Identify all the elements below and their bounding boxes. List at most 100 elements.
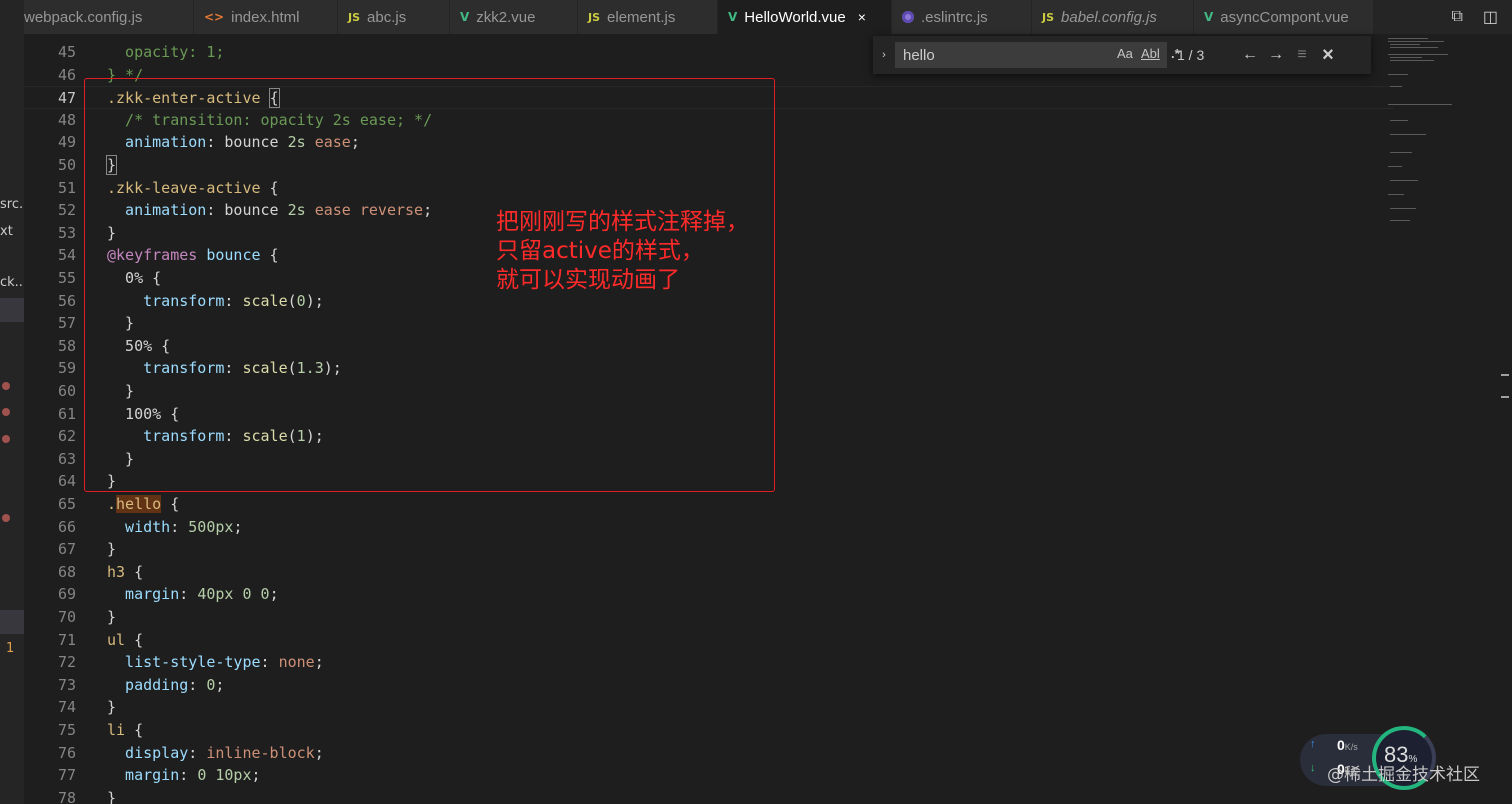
regex-icon[interactable]: .* xyxy=(1171,46,1180,61)
tab-eslintrc-js[interactable]: .eslintrc.js xyxy=(892,0,1032,34)
line-number: 52 xyxy=(57,201,76,220)
minimap-line xyxy=(1388,38,1428,39)
annotation-note: 把刚刚写的样式注释掉， 只留active的样式， 就可以实现动画了 xyxy=(496,208,749,295)
code-token: display xyxy=(107,743,189,762)
match-count: 1 / 3 xyxy=(1177,47,1205,63)
explorer-item-label[interactable]: src... xyxy=(0,197,24,212)
code-token: ; xyxy=(251,766,261,785)
explorer-selected-row-2[interactable] xyxy=(0,610,24,634)
line-number: 56 xyxy=(57,291,76,310)
minimap-line xyxy=(1388,104,1452,105)
minimap-line xyxy=(1390,60,1434,61)
line-number: 58 xyxy=(57,336,76,355)
code-token: none xyxy=(278,653,315,672)
breakpoint-dot xyxy=(2,435,10,443)
explorer-item-label[interactable]: xt xyxy=(0,224,13,239)
code-token: padding xyxy=(107,675,189,694)
tab-index-html[interactable]: <> index.html xyxy=(194,0,338,34)
code-token: { xyxy=(125,630,144,649)
minimap-line xyxy=(1390,220,1410,221)
tab-helloworld-vue[interactable]: V HelloWorld.vue × xyxy=(718,0,892,34)
tab-element-js[interactable]: JS element.js xyxy=(578,0,718,34)
line-number: 73 xyxy=(57,675,76,694)
breakpoint-dot xyxy=(2,514,10,522)
speed-unit: K/s xyxy=(1344,742,1358,752)
minimap-line xyxy=(1390,120,1408,121)
annotation-line: 把刚刚写的样式注释掉， xyxy=(496,209,749,235)
tab-babel-config[interactable]: JS babel.config.js xyxy=(1032,0,1194,34)
code-line: 71 ul { xyxy=(24,629,1394,652)
tab-asynccompont-vue[interactable]: V asyncCompont.vue xyxy=(1194,0,1374,34)
line-number: 62 xyxy=(57,427,76,446)
code-token: width xyxy=(107,517,171,536)
code-line: 76 display: inline-block; xyxy=(24,742,1394,765)
close-icon[interactable]: × xyxy=(858,9,866,25)
line-number: 66 xyxy=(57,517,76,536)
vertical-scrollbar[interactable] xyxy=(1498,34,1512,804)
code-token: ul xyxy=(107,630,126,649)
editor-actions: ⧉ ◫ xyxy=(1392,0,1512,34)
next-match-icon[interactable]: → xyxy=(1263,46,1289,64)
line-number: 77 xyxy=(57,766,76,785)
upload-speed: 0K/s xyxy=(1337,737,1358,753)
minimap-line xyxy=(1388,74,1408,75)
minimap-line xyxy=(1388,166,1402,167)
close-find-icon[interactable]: × xyxy=(1315,44,1341,67)
code-line: 68 h3 { xyxy=(24,561,1394,584)
toggle-replace-icon[interactable]: › xyxy=(873,49,895,61)
line-number: 60 xyxy=(57,382,76,400)
split-editor-icon[interactable]: ◫ xyxy=(1483,7,1498,27)
whole-word-icon[interactable]: Abl xyxy=(1141,46,1160,61)
code-line: 70} xyxy=(24,606,1394,629)
open-changes-icon[interactable]: ⧉ xyxy=(1451,8,1462,26)
find-input[interactable]: hello Aa Abl .* xyxy=(895,42,1180,68)
line-number: 69 xyxy=(57,585,76,604)
annotation-line: 只留active的样式， xyxy=(496,238,704,264)
code-token: } xyxy=(107,540,117,559)
code-line: 77 margin: 0 10px; xyxy=(24,764,1394,787)
tab-webpack-config[interactable]: webpack.config.js xyxy=(24,0,194,34)
find-query: hello xyxy=(903,46,935,64)
code-token: : xyxy=(260,653,279,672)
code-token: { xyxy=(125,562,144,581)
code-token: ; xyxy=(215,675,225,694)
js-icon: JS xyxy=(588,10,601,24)
tab-abc-js[interactable]: JS abc.js xyxy=(338,0,450,34)
scroll-match-marker xyxy=(1501,374,1509,376)
code-token: li xyxy=(107,721,126,739)
code-token: h3 xyxy=(107,562,126,581)
minimap[interactable] xyxy=(1384,34,1512,804)
code-token: : xyxy=(188,743,207,762)
code-token: ; xyxy=(314,743,324,762)
annotation-line: 就可以实现动画了 xyxy=(496,267,680,293)
tab-label: asyncCompont.vue xyxy=(1220,8,1349,26)
line-number: 72 xyxy=(57,653,76,672)
vue-icon: V xyxy=(1204,10,1214,24)
line-number: 78 xyxy=(57,788,76,804)
minimap-line xyxy=(1388,54,1448,55)
line-number: 53 xyxy=(57,223,76,242)
tab-zkk2-vue[interactable]: V zkk2.vue xyxy=(450,0,578,34)
match-case-icon[interactable]: Aa xyxy=(1117,46,1133,61)
js-icon: JS xyxy=(348,10,361,24)
code-token: ; xyxy=(314,653,324,672)
find-in-selection-icon[interactable]: ≡ xyxy=(1289,46,1315,64)
code-line: 66 width: 500px; xyxy=(24,516,1394,539)
vue-icon: V xyxy=(728,10,738,24)
tab-label: index.html xyxy=(231,8,300,26)
minimap-line xyxy=(1390,208,1416,209)
minimap-line xyxy=(1388,194,1404,195)
explorer-item-label[interactable]: ck... xyxy=(0,275,24,290)
line-number: 45 xyxy=(57,43,76,61)
explorer-selected-row[interactable] xyxy=(0,298,24,322)
code-token: : xyxy=(179,585,198,604)
editor-tab-bar: webpack.config.js <> index.html JS abc.j… xyxy=(24,0,1512,34)
code-token: } xyxy=(107,788,117,804)
line-number: 75 xyxy=(57,721,76,739)
code-token: 500px xyxy=(188,517,234,536)
code-token: { xyxy=(125,721,144,739)
code-token: : xyxy=(170,517,189,536)
line-number: 49 xyxy=(57,133,76,152)
previous-match-icon[interactable]: ← xyxy=(1237,46,1263,64)
minimap-line xyxy=(1390,134,1426,135)
